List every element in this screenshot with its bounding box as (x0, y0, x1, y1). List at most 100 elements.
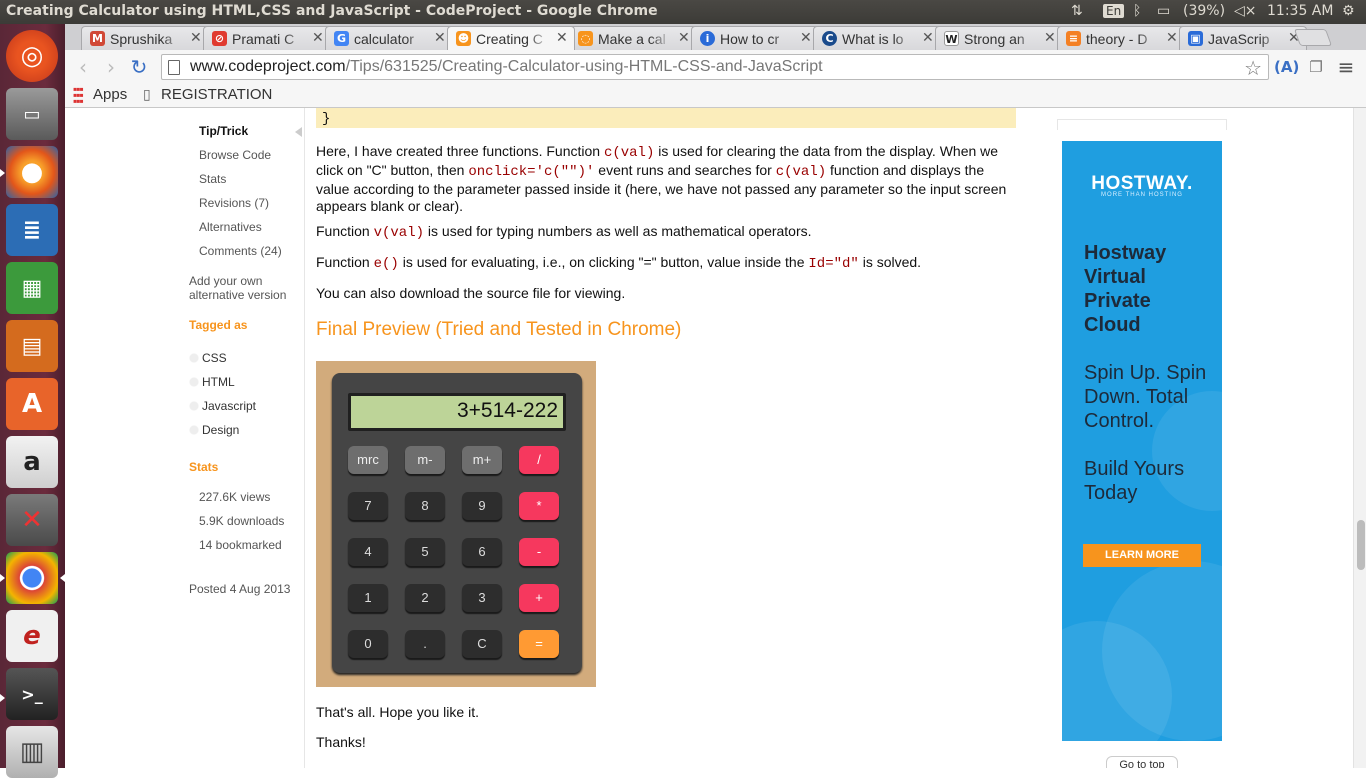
calculator-key: 5 (405, 538, 445, 566)
calculator-key: 1 (348, 584, 388, 612)
calculator-key: 9 (462, 492, 502, 520)
nav-browse-code[interactable]: Browse Code (199, 148, 271, 162)
tab[interactable]: Gcalculator ✕ (325, 26, 453, 50)
amazon-icon[interactable]: a (6, 436, 58, 488)
calculator-body: 3+514-222 mrc m-m+ / 7 8 9 * 4 5 6- 1 2 3 +0. C = (332, 373, 582, 673)
learn-more-button[interactable]: LEARN MORE (1083, 544, 1201, 567)
nav-alternatives[interactable]: Alternatives (199, 220, 262, 234)
address-bar[interactable]: www.codeproject.com/Tips/631525/Creating… (161, 54, 1269, 80)
tab[interactable]: ◌ Make a cal ✕ (569, 26, 697, 50)
calculator-key: m- (405, 446, 445, 474)
battery-icon[interactable]: ▭ (1157, 3, 1170, 19)
close-icon[interactable]: ✕ (190, 30, 202, 46)
ubuntu-dash-icon[interactable]: ◎ (6, 30, 58, 82)
nav-revisions[interactable]: Revisions (7) (199, 196, 269, 210)
forward-icon[interactable]: › (99, 55, 123, 79)
paragraph-v-function: Function v(val) is used for typing numbe… (316, 223, 812, 241)
firefox-icon[interactable]: ● (6, 146, 58, 198)
calculator-key: 8 (405, 492, 445, 520)
window-title: Creating Calculator using HTML,CSS and J… (6, 3, 658, 19)
pdf-reader-icon[interactable]: e (6, 610, 58, 662)
page-icon (168, 60, 180, 75)
tag-css[interactable]: CSS (189, 350, 227, 367)
tab[interactable]: M Sprushika ✕ (81, 26, 209, 50)
gear-icon[interactable]: ⚙ (1342, 3, 1355, 19)
bookmark-star-icon[interactable]: ☆ (1244, 56, 1262, 80)
tagged-heading: Tagged as (189, 318, 248, 332)
calculator-key: mrc (348, 446, 388, 474)
nav-comments[interactable]: Comments (24) (199, 244, 282, 258)
tab[interactable]: C What is lo ✕ (813, 26, 941, 50)
close-icon[interactable]: ✕ (800, 30, 812, 46)
loading-icon: ◌ (578, 31, 593, 46)
collapse-arrow-icon[interactable] (295, 127, 302, 137)
stat-downloads: 5.9K downloads (199, 514, 285, 528)
bluetooth-icon[interactable]: ᛒ (1133, 3, 1141, 19)
trash-icon[interactable]: ▥ (6, 726, 58, 778)
menu-icon[interactable]: ≡ (1334, 55, 1358, 79)
scrollbar-thumb[interactable] (1357, 520, 1365, 570)
translate-icon[interactable]: (A) (1274, 55, 1299, 79)
wikipedia-icon: W (944, 31, 959, 46)
ad-tagline: MORE THAN HOSTING (1101, 192, 1183, 198)
page-content: Tip/Trick Browse Code Stats Revisions (7… (65, 108, 1353, 768)
reload-icon[interactable]: ↻ (127, 55, 151, 79)
calculator-screenshot: 3+514-222 mrc m-m+ / 7 8 9 * 4 5 6- 1 2 3 +0. C = (316, 361, 596, 687)
ad-build-text: Build Yours Today (1084, 458, 1185, 504)
tab[interactable]: ⊘ Pramati C ✕ (203, 26, 331, 50)
tab[interactable]: i How to cr ✕ (691, 26, 819, 50)
bookmark-registration[interactable]: REGISTRATION (161, 86, 272, 103)
apps-link[interactable]: Apps (93, 86, 127, 103)
tab[interactable]: W Strong an ✕ (935, 26, 1063, 50)
tab-label: Sprushika (110, 31, 173, 47)
close-icon[interactable]: ✕ (922, 30, 934, 46)
ad-frame-top (1057, 119, 1227, 130)
calculator-key: + (519, 584, 559, 612)
terminal-icon[interactable]: >_ (6, 668, 58, 720)
paragraph-thats-all: That's all. Hope you like it. (316, 704, 479, 720)
paragraph-download: You can also download the source file fo… (316, 285, 626, 301)
display-value: 3+514-222 (351, 396, 563, 428)
calculator-key: = (519, 630, 559, 658)
close-icon[interactable]: ✕ (312, 30, 324, 46)
tab-label: Creating C (476, 31, 543, 47)
software-center-icon[interactable]: A (6, 378, 58, 430)
url-text[interactable]: www.codeproject.com/Tips/631525/Creating… (190, 58, 823, 76)
writer-icon[interactable]: ≣ (6, 204, 58, 256)
nav-tip-trick[interactable]: Tip/Trick (199, 124, 248, 138)
close-icon[interactable]: ✕ (556, 30, 568, 46)
close-icon[interactable]: ✕ (1044, 30, 1056, 46)
tab-active[interactable]: ☻ Creating C ✕ (447, 26, 575, 50)
calc-icon[interactable]: ▦ (6, 262, 58, 314)
new-tab-button[interactable] (1293, 29, 1333, 46)
chrome-icon[interactable] (6, 552, 58, 604)
volume-icon[interactable]: ◁× (1234, 3, 1257, 19)
extension-icon[interactable]: ❐ (1304, 55, 1328, 79)
page-scrollbar[interactable] (1353, 108, 1366, 768)
close-icon[interactable]: ✕ (678, 30, 690, 46)
battery-percent[interactable]: (39%) (1183, 3, 1225, 19)
close-icon[interactable]: ✕ (1166, 30, 1178, 46)
hostway-ad[interactable]: HOSTWAY. MORE THAN HOSTING Hostway Virtu… (1062, 141, 1222, 741)
tag-html[interactable]: HTML (189, 374, 235, 391)
paragraph-e-function: Function e() is used for evaluating, i.e… (316, 254, 922, 272)
go-to-top-button[interactable]: Go to top (1106, 756, 1178, 768)
impress-icon[interactable]: ▤ (6, 320, 58, 372)
add-alternative-link[interactable]: Add your own alternative version (189, 274, 286, 302)
settings-icon[interactable]: ✕ (6, 494, 58, 546)
close-icon[interactable]: ✕ (434, 30, 446, 46)
tab[interactable]: ▣ JavaScrip ✕ (1179, 26, 1307, 50)
browser-toolbar: ‹ › ↻ www.codeproject.com/Tips/631525/Cr… (65, 50, 1366, 84)
tab-label: What is lo (842, 31, 904, 47)
back-icon[interactable]: ‹ (71, 55, 95, 79)
files-icon[interactable]: ▭ (6, 88, 58, 140)
clock[interactable]: 11:35 AM (1267, 3, 1333, 19)
tab-label: JavaScrip (1208, 31, 1270, 47)
network-icon[interactable]: ⇅ (1071, 3, 1083, 19)
apps-icon[interactable]: ▪▪▪ ▪▪▪ ▪▪▪ (73, 83, 84, 107)
keyboard-layout[interactable]: En (1103, 4, 1125, 18)
nav-stats[interactable]: Stats (199, 172, 226, 186)
tab[interactable]: ≡ theory - D ✕ (1057, 26, 1185, 50)
tag-design[interactable]: Design (189, 422, 240, 439)
tag-javascript[interactable]: Javascript (189, 398, 257, 415)
